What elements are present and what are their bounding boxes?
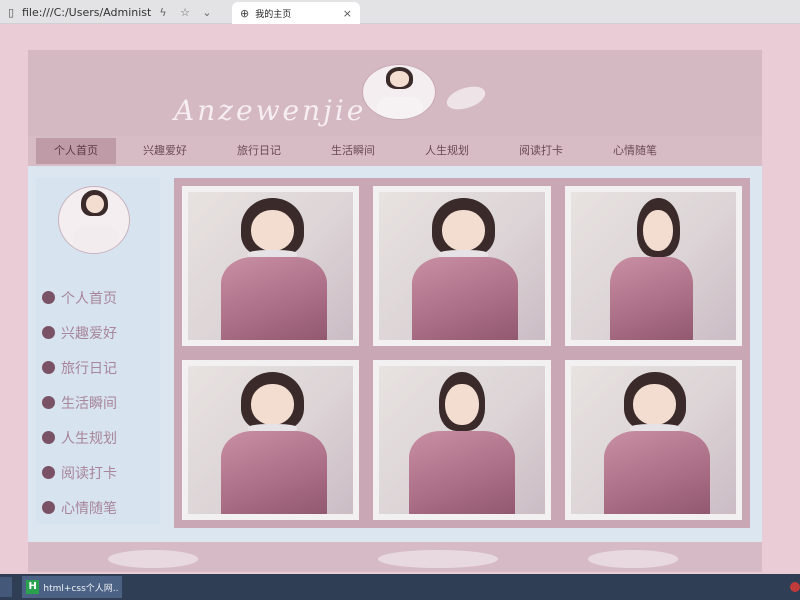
bullet-icon [42, 466, 55, 479]
header: Anzewenjie [28, 50, 762, 136]
nav-item-essays[interactable]: 心情随笔 [590, 138, 680, 164]
feather-decoration [443, 82, 489, 114]
nav-item-moments[interactable]: 生活瞬间 [308, 138, 398, 164]
gallery-photo[interactable] [564, 360, 742, 520]
sidebar-item-travel[interactable]: 旅行日记 [42, 350, 160, 385]
sidebar-item-label: 心情随笔 [61, 500, 117, 517]
gallery-photo[interactable] [373, 360, 551, 520]
bullet-icon [42, 396, 55, 409]
photo-grid [180, 184, 744, 522]
bullet-icon [42, 431, 55, 444]
photo-gallery [174, 178, 750, 528]
sidebar-item-label: 阅读打卡 [61, 465, 117, 482]
start-button[interactable] [0, 577, 12, 597]
sidebar-item-hobbies[interactable]: 兴趣爱好 [42, 315, 160, 350]
tab-title: 我的主页 [255, 9, 292, 20]
gallery-photo[interactable] [373, 186, 551, 346]
sidebar-item-label: 生活瞬间 [61, 395, 117, 412]
globe-icon: ⊕ [240, 6, 250, 20]
bullet-icon [42, 326, 55, 339]
bullet-icon [42, 501, 55, 514]
app-icon: H [26, 580, 40, 594]
address-url[interactable]: file:///C:/Users/Administrator [22, 6, 152, 19]
nav-item-travel[interactable]: 旅行日记 [214, 138, 304, 164]
taskbar-app[interactable]: H html+css个人网... [22, 576, 122, 598]
sidebar-list: 个人首页 兴趣爱好 旅行日记 生活瞬间 人生规划 阅读打卡 心情随笔 [42, 280, 160, 525]
footer [28, 542, 762, 572]
close-icon[interactable]: × [343, 7, 352, 20]
page-icon: ▯ [7, 5, 15, 19]
page: Anzewenjie 个人首页 兴趣爱好 旅行日记 生活瞬间 人生规划 阅读打卡… [28, 50, 762, 572]
lightning-icon[interactable]: ϟ [152, 6, 174, 19]
gallery-photo[interactable] [182, 360, 360, 520]
sidebar-item-label: 人生规划 [61, 430, 117, 447]
header-avatar [362, 64, 436, 120]
nav-item-hobbies[interactable]: 兴趣爱好 [120, 138, 210, 164]
sidebar-avatar [58, 186, 130, 254]
sidebar-item-plan[interactable]: 人生规划 [42, 420, 160, 455]
gallery-photo[interactable] [182, 186, 360, 346]
taskbar: H html+css个人网... [0, 574, 800, 600]
sidebar-item-label: 兴趣爱好 [61, 325, 117, 342]
sidebar: 个人首页 兴趣爱好 旅行日记 生活瞬间 人生规划 阅读打卡 心情随笔 [36, 178, 160, 524]
star-icon[interactable]: ☆ [174, 6, 196, 19]
address-bar[interactable]: ▯ file:///C:/Users/Administrator ϟ ☆ ⌄ [0, 0, 228, 24]
top-nav: 个人首页 兴趣爱好 旅行日记 生活瞬间 人生规划 阅读打卡 心情随笔 [28, 136, 762, 166]
chevron-down-icon[interactable]: ⌄ [196, 6, 218, 19]
bullet-icon [42, 361, 55, 374]
sidebar-item-moments[interactable]: 生活瞬间 [42, 385, 160, 420]
nav-item-home[interactable]: 个人首页 [36, 138, 116, 164]
logo-signature: Anzewenjie [174, 94, 367, 127]
tray-icon[interactable] [790, 582, 800, 592]
bullet-icon [42, 291, 55, 304]
sidebar-item-reading[interactable]: 阅读打卡 [42, 455, 160, 490]
nav-item-reading[interactable]: 阅读打卡 [496, 138, 586, 164]
taskbar-app-title: html+css个人网... [43, 583, 118, 594]
nav-item-plan[interactable]: 人生规划 [402, 138, 492, 164]
gallery-photo[interactable] [564, 186, 742, 346]
browser-toolbar: ▯ file:///C:/Users/Administrator ϟ ☆ ⌄ ⊕… [0, 0, 800, 24]
sidebar-item-home[interactable]: 个人首页 [42, 280, 160, 315]
main-content: 个人首页 兴趣爱好 旅行日记 生活瞬间 人生规划 阅读打卡 心情随笔 [28, 166, 762, 542]
sidebar-item-label: 个人首页 [61, 290, 117, 307]
sidebar-item-label: 旅行日记 [61, 360, 117, 377]
tab-my-home[interactable]: ⊕ 我的主页 × [232, 2, 360, 24]
sidebar-item-essays[interactable]: 心情随笔 [42, 490, 160, 525]
